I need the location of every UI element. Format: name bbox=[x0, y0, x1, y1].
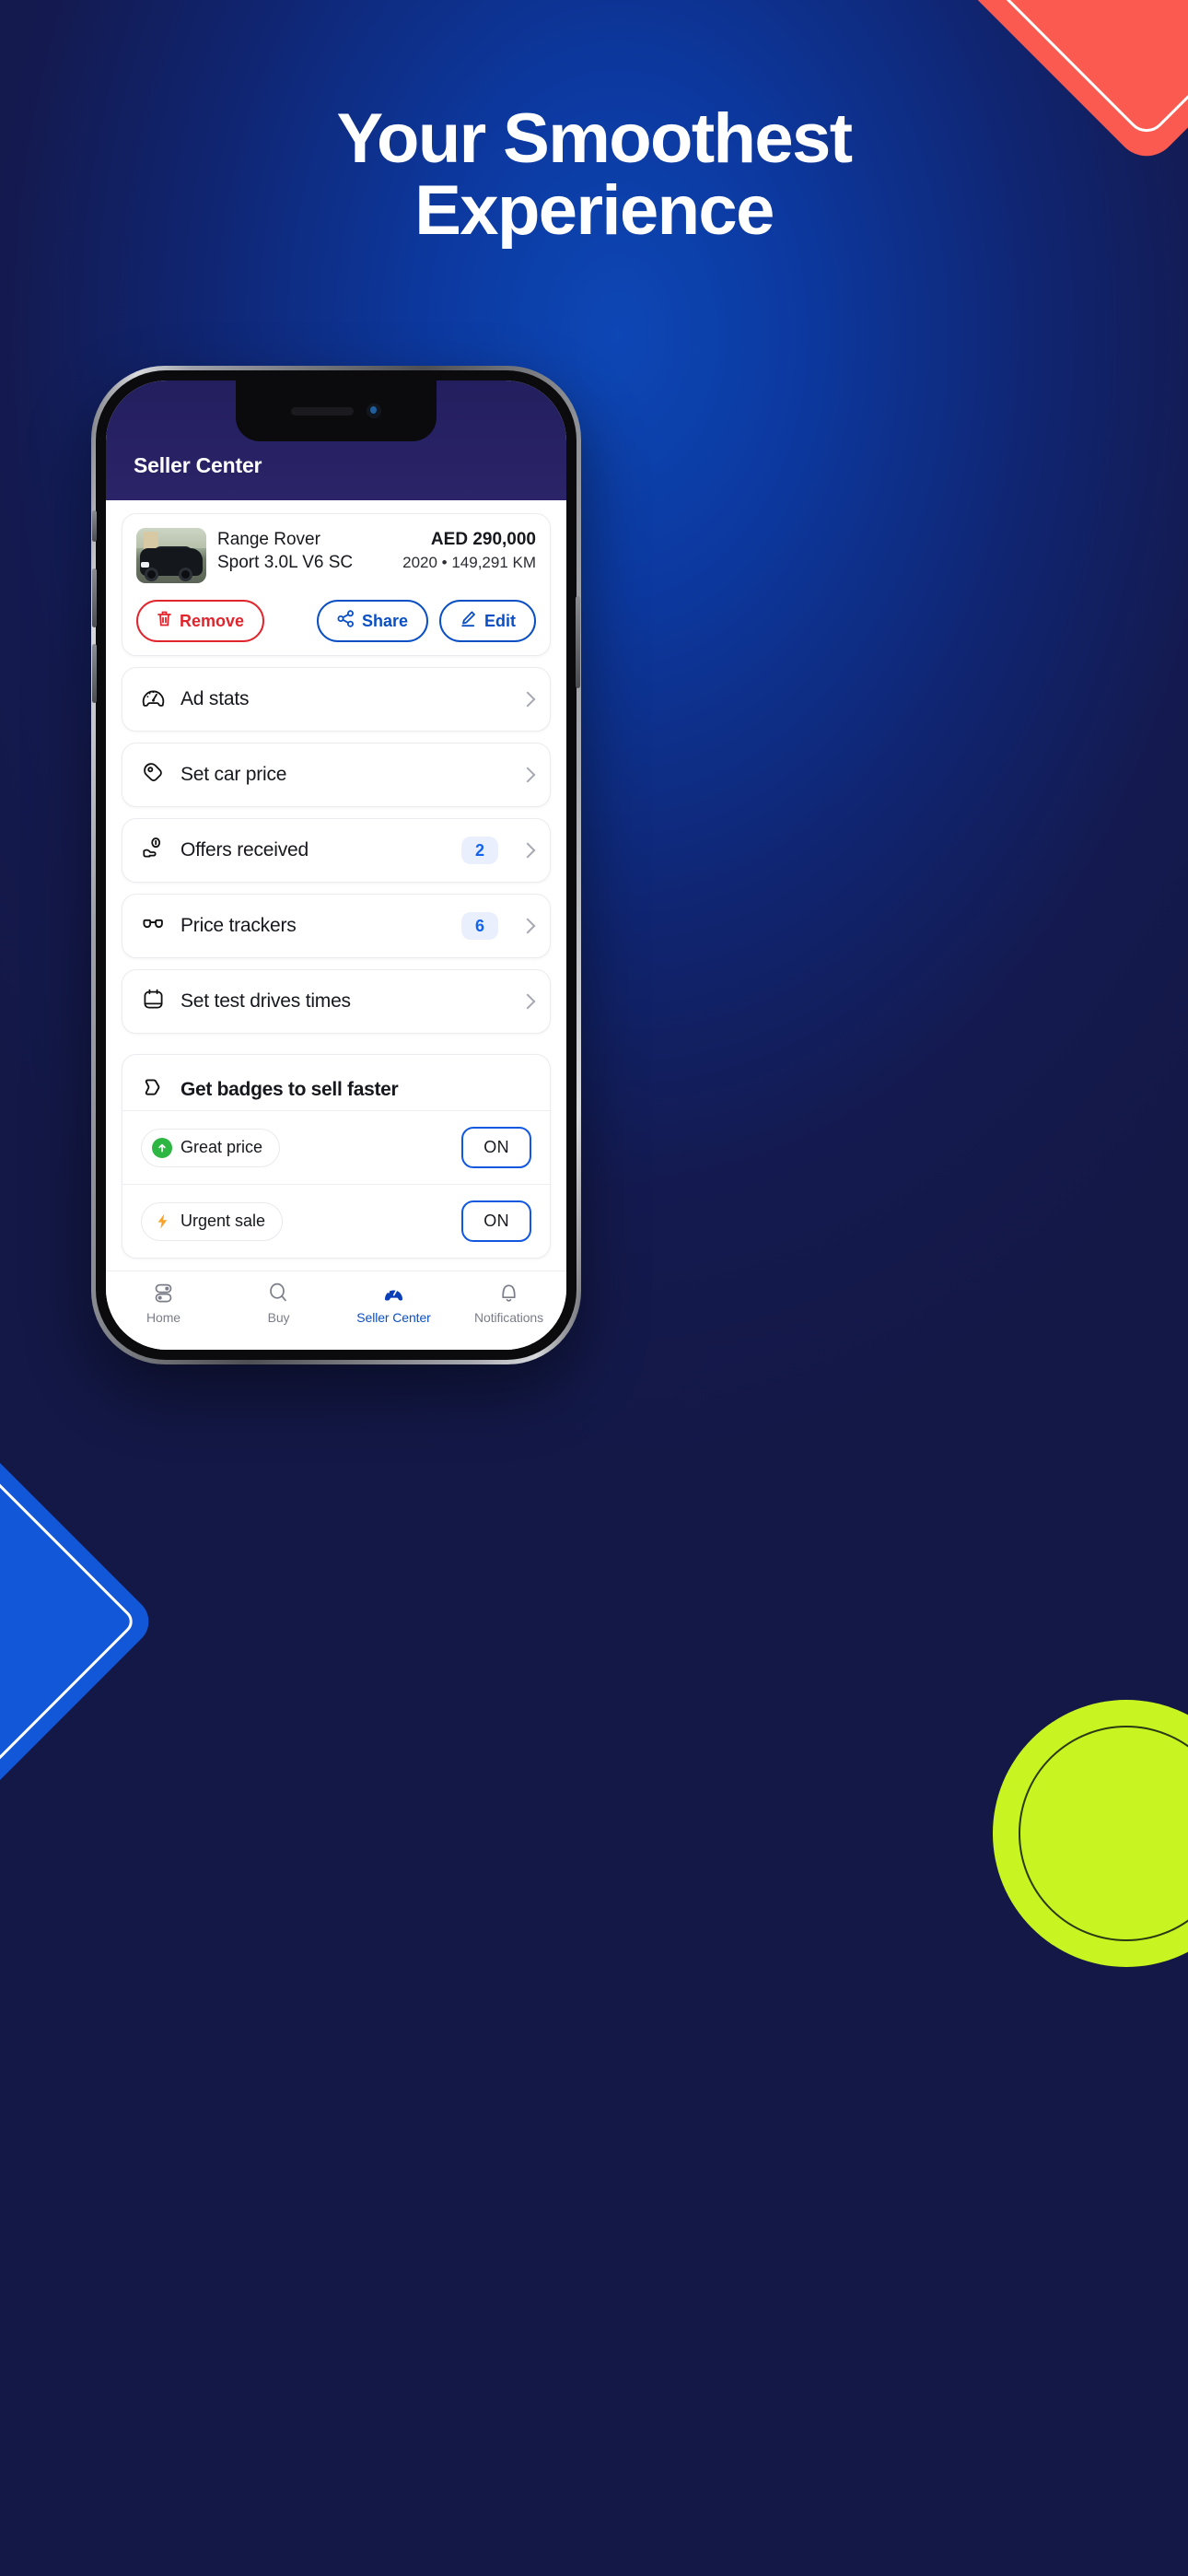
tab-notifications[interactable]: Notifications bbox=[451, 1280, 566, 1325]
great-price-label: Great price bbox=[181, 1138, 263, 1156]
car-price: AED 290,000 bbox=[430, 530, 536, 549]
tab-label: Seller Center bbox=[356, 1310, 431, 1325]
chevron-right-icon bbox=[519, 842, 536, 859]
front-camera-icon bbox=[367, 404, 381, 418]
phone-body: Seller Center Range Rover AED 290,000 Sp… bbox=[92, 370, 580, 1360]
glasses-icon bbox=[141, 911, 166, 941]
listing-summary: Range Rover AED 290,000 Sport 3.0L V6 SC… bbox=[136, 528, 536, 583]
price-tag-icon bbox=[141, 760, 166, 790]
car-thumbnail[interactable] bbox=[136, 528, 206, 583]
listing-actions: Remove Share Edit bbox=[136, 600, 536, 642]
chevron-right-icon bbox=[519, 767, 536, 783]
calendar-icon bbox=[141, 987, 166, 1016]
bottom-tab-bar: Home Buy Seller Center Notifications bbox=[106, 1270, 566, 1350]
share-icon bbox=[337, 610, 355, 632]
chevron-right-icon bbox=[519, 918, 536, 934]
great-price-chip[interactable]: Great price bbox=[141, 1128, 281, 1167]
menu-item-test-drives[interactable]: Set test drives times bbox=[122, 969, 551, 1034]
phone-volume-up bbox=[92, 568, 97, 627]
share-label: Share bbox=[361, 611, 408, 630]
blue-square-decoration bbox=[0, 1425, 159, 1818]
menu-item-offers-received[interactable]: Offers received 2 bbox=[122, 818, 551, 883]
car-name-line-2: Sport 3.0L V6 SC bbox=[217, 553, 354, 573]
chevron-right-icon bbox=[519, 993, 536, 1010]
badges-card: Get badges to sell faster Great price ON bbox=[122, 1054, 551, 1259]
edit-label: Edit bbox=[484, 611, 516, 630]
page-title: Seller Center bbox=[134, 453, 262, 477]
great-price-toggle[interactable]: ON bbox=[461, 1127, 531, 1168]
tab-home[interactable]: Home bbox=[106, 1280, 221, 1325]
phone-notch bbox=[236, 381, 437, 441]
urgent-sale-chip[interactable]: Urgent sale bbox=[141, 1201, 284, 1241]
car-info: Range Rover AED 290,000 Sport 3.0L V6 SC… bbox=[217, 528, 536, 574]
badge-tag-icon bbox=[141, 1075, 166, 1105]
phone-mockup: Seller Center Range Rover AED 290,000 Sp… bbox=[91, 366, 581, 1364]
tab-label: Buy bbox=[267, 1310, 290, 1325]
phone-mute-switch bbox=[92, 510, 97, 542]
tab-label: Home bbox=[146, 1310, 181, 1325]
lime-circle-decoration bbox=[993, 1700, 1188, 1967]
orange-lightning-icon bbox=[152, 1212, 172, 1232]
menu-item-label: Set car price bbox=[181, 764, 287, 785]
offers-count-badge: 2 bbox=[461, 837, 498, 864]
badge-row-great-price: Great price ON bbox=[122, 1110, 550, 1184]
bell-icon bbox=[497, 1280, 520, 1306]
car-name-line-1: Range Rover bbox=[217, 530, 320, 549]
tab-seller-center[interactable]: Seller Center bbox=[336, 1280, 451, 1325]
menu-item-price-trackers[interactable]: Price trackers 6 bbox=[122, 894, 551, 958]
remove-button[interactable]: Remove bbox=[136, 600, 265, 642]
menu-item-label: Set test drives times bbox=[181, 990, 351, 1012]
menu-item-label: Offers received bbox=[181, 839, 309, 861]
app-content: Range Rover AED 290,000 Sport 3.0L V6 SC… bbox=[106, 500, 566, 1270]
trackers-count-badge: 6 bbox=[461, 912, 498, 940]
badges-title: Get badges to sell faster bbox=[181, 1079, 399, 1100]
phone-volume-down bbox=[92, 644, 97, 703]
edit-button[interactable]: Edit bbox=[439, 600, 536, 642]
urgent-sale-label: Urgent sale bbox=[181, 1212, 266, 1230]
menu-item-set-car-price[interactable]: Set car price bbox=[122, 743, 551, 807]
urgent-sale-toggle[interactable]: ON bbox=[461, 1200, 531, 1242]
badges-header: Get badges to sell faster bbox=[122, 1055, 550, 1110]
phone-screen: Seller Center Range Rover AED 290,000 Sp… bbox=[106, 381, 566, 1350]
gauge-icon bbox=[141, 685, 166, 714]
headline-line-2: Experience bbox=[414, 171, 775, 251]
car-meta: 2020 • 149,291 KM bbox=[402, 554, 536, 572]
green-up-arrow-icon bbox=[152, 1137, 172, 1158]
pencil-icon bbox=[460, 610, 477, 632]
headline-line-1: Your Smoothest bbox=[336, 100, 853, 178]
menu-item-label: Price trackers bbox=[181, 915, 297, 936]
chevron-right-icon bbox=[519, 691, 536, 708]
phone-power-button bbox=[576, 596, 580, 688]
listing-card[interactable]: Range Rover AED 290,000 Sport 3.0L V6 SC… bbox=[122, 513, 551, 656]
menu-item-ad-stats[interactable]: Ad stats bbox=[122, 667, 551, 732]
promo-headline: Your Smoothest Experience bbox=[0, 100, 1188, 251]
share-button[interactable]: Share bbox=[316, 600, 428, 642]
tab-buy[interactable]: Buy bbox=[221, 1280, 336, 1325]
hand-offer-icon bbox=[141, 836, 166, 865]
gauge-filled-icon bbox=[382, 1280, 405, 1306]
menu-item-label: Ad stats bbox=[181, 688, 250, 709]
badge-row-urgent-sale: Urgent sale ON bbox=[122, 1184, 550, 1258]
trash-icon bbox=[157, 610, 172, 632]
toggles-icon bbox=[152, 1280, 175, 1306]
remove-label: Remove bbox=[180, 611, 245, 630]
earpiece-speaker bbox=[291, 406, 354, 416]
tab-label: Notifications bbox=[474, 1310, 543, 1325]
search-icon bbox=[267, 1280, 290, 1306]
